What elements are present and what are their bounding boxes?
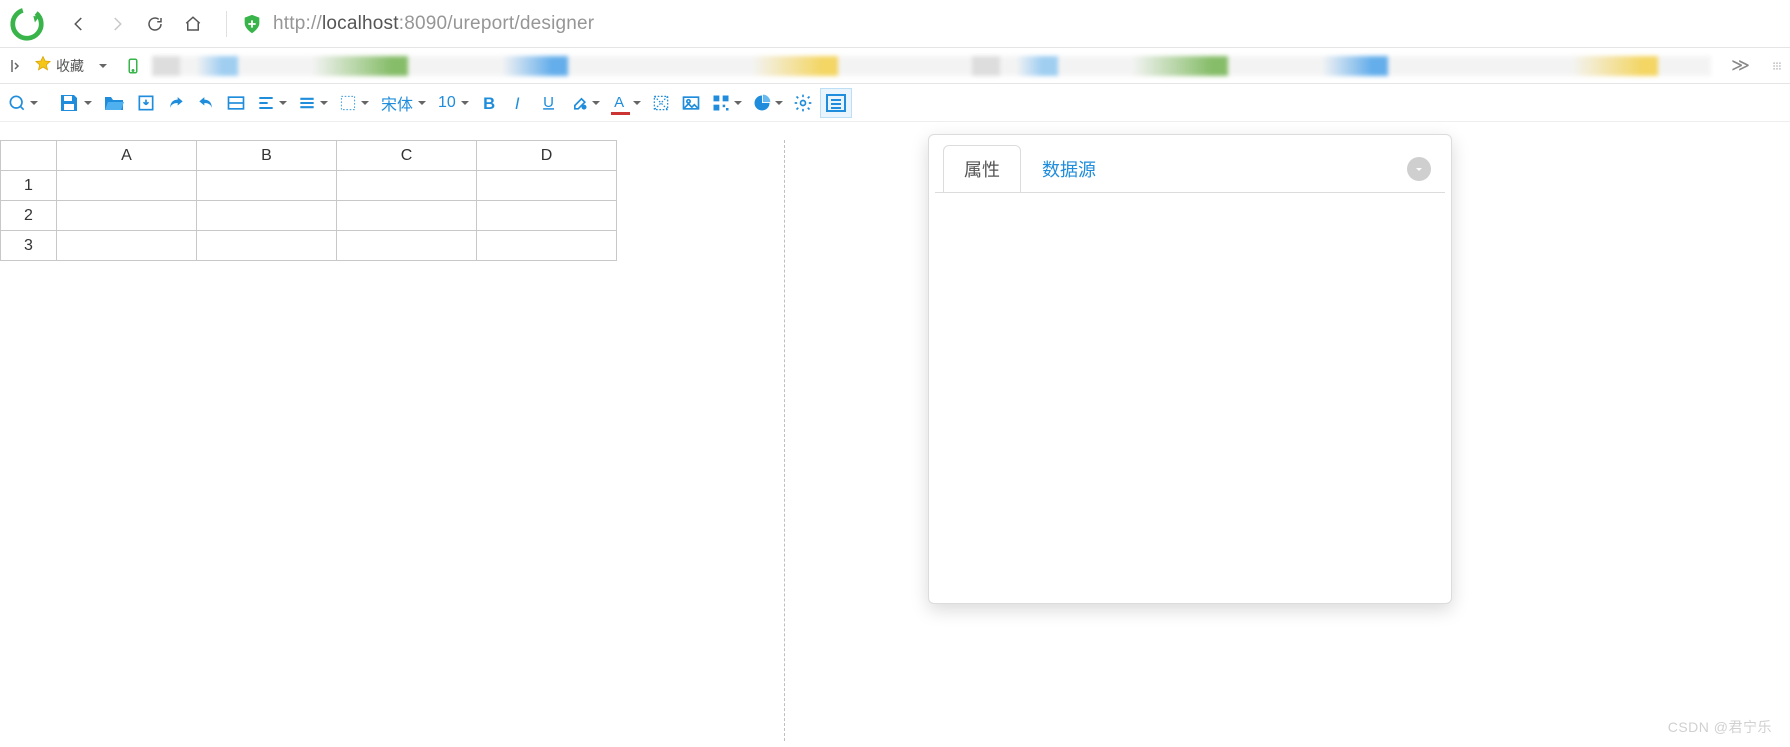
cell[interactable] [197,171,337,201]
table-row[interactable]: 3 [1,231,617,261]
image-button[interactable] [678,88,704,118]
font-family-label: 宋体 [379,91,415,115]
qrcode-button[interactable] [708,88,745,118]
favorites-label: 收藏 [56,56,84,76]
bookmarks-bar: 收藏 ≫ [0,48,1790,84]
svg-text:I: I [515,93,520,112]
svg-text:U: U [543,94,554,111]
crosstab-button[interactable] [648,88,674,118]
bookmarks-blurred [152,56,1711,76]
preview-button[interactable] [4,88,41,118]
url-host: localhost [322,13,399,34]
merge-cells-button[interactable] [223,88,249,118]
favorites-button[interactable]: 收藏 [34,51,114,81]
panel-toggle-button[interactable] [820,88,852,118]
chevron-down-icon [99,64,107,72]
grip-icon[interactable] [1770,59,1784,73]
cell[interactable] [477,231,617,261]
chevron-down-icon [734,101,742,109]
cell[interactable] [57,201,197,231]
bookmarks-overflow-button[interactable]: ≫ [1731,55,1750,76]
mobile-icon[interactable] [124,57,142,75]
align-button[interactable] [253,88,290,118]
sheet-table[interactable]: A B C D 1 2 3 [0,140,617,261]
cell[interactable] [477,171,617,201]
cell[interactable] [197,201,337,231]
tab-properties[interactable]: 属性 [943,145,1021,192]
page-boundary-ruler [784,140,785,741]
col-header[interactable]: B [197,141,337,171]
bold-button[interactable]: B [476,88,502,118]
chart-button[interactable] [749,88,786,118]
col-header[interactable]: D [477,141,617,171]
open-button[interactable] [99,88,129,118]
font-color-button[interactable]: A [607,88,644,118]
watermark-text: CSDN @君宁乐 [1668,717,1772,737]
table-row[interactable]: 1 [1,171,617,201]
url-path: :8090/ureport/designer [399,13,595,34]
table-row[interactable]: 2 [1,201,617,231]
import-button[interactable] [133,88,159,118]
italic-button[interactable]: I [506,88,532,118]
chevron-down-icon [461,101,469,109]
chevron-down-icon [592,101,600,109]
bg-color-button[interactable] [566,88,603,118]
font-family-dropdown[interactable]: 宋体 [376,88,429,118]
chevron-down-icon [84,101,92,109]
separator [226,11,227,37]
back-button[interactable] [64,9,94,39]
address-bar[interactable]: http://localhost:8090/ureport/designer [273,13,594,35]
browser-chrome: http://localhost:8090/ureport/designer [0,0,1790,48]
star-icon [34,55,52,76]
cell[interactable] [477,201,617,231]
row-header[interactable]: 2 [1,201,57,231]
properties-panel: 属性 数据源 [928,134,1452,604]
designer-toolbar: 宋体 10 B I U A [0,84,1790,122]
chevron-down-icon [361,101,369,109]
chevron-down-icon [775,101,783,109]
svg-text:A: A [614,94,624,111]
corner-cell[interactable] [1,141,57,171]
url-scheme: http:// [273,13,322,34]
panel-body [935,192,1445,606]
forward-button[interactable] [102,9,132,39]
chevron-down-icon [633,101,641,109]
workspace: A B C D 1 2 3 属性 数据源 [0,122,1790,747]
redo-button[interactable] [163,88,189,118]
cell[interactable] [337,171,477,201]
tab-datasource[interactable]: 数据源 [1021,145,1117,192]
cell[interactable] [337,201,477,231]
chevron-down-icon [279,101,287,109]
spreadsheet[interactable]: A B C D 1 2 3 [0,140,617,261]
chevron-down-icon [320,101,328,109]
panel-collapse-button[interactable] [1407,157,1431,181]
cell[interactable] [197,231,337,261]
panel-tabs: 属性 数据源 [929,135,1451,192]
undo-button[interactable] [193,88,219,118]
col-header[interactable]: A [57,141,197,171]
chevron-down-icon [30,101,38,109]
chevron-down-icon [418,101,426,109]
browser-logo-icon [8,5,46,43]
svg-text:B: B [483,93,495,112]
underline-button[interactable]: U [536,88,562,118]
sidebar-toggle-icon[interactable] [6,57,24,75]
settings-button[interactable] [790,88,816,118]
valign-button[interactable] [294,88,331,118]
cell[interactable] [57,171,197,201]
cell[interactable] [337,231,477,261]
site-shield-icon[interactable] [241,13,263,35]
save-button[interactable] [54,88,95,118]
reload-button[interactable] [140,9,170,39]
row-header[interactable]: 3 [1,231,57,261]
border-button[interactable] [335,88,372,118]
col-header[interactable]: C [337,141,477,171]
cell[interactable] [57,231,197,261]
row-header[interactable]: 1 [1,171,57,201]
home-button[interactable] [178,9,208,39]
font-size-label: 10 [436,94,458,112]
font-size-dropdown[interactable]: 10 [433,88,472,118]
